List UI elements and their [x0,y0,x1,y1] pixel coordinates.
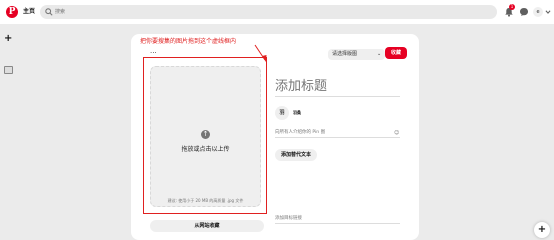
add-alt-text-button[interactable]: 添加替代文本 [275,149,317,161]
top-bar: P 主页 1 e [0,0,554,24]
plus-icon[interactable]: + [534,222,550,238]
user-avatar: 羽 [275,106,289,120]
create-plus-icon[interactable]: + [4,34,12,44]
upload-recommendation: 建议: 使用小于 20 MB 的高质量 .jpg 文件 [167,198,244,203]
chevron-down-icon: ⌄ [377,51,382,57]
emoji-icon[interactable]: ☺ [394,130,399,136]
search-bar[interactable] [40,5,497,19]
draft-icon[interactable] [4,66,13,74]
chevron-down-icon[interactable] [545,9,551,15]
search-input[interactable] [55,5,255,19]
notification-badge: 1 [509,4,515,10]
save-from-site-button[interactable]: 从网站收藏 [150,220,264,232]
user-name: 羽桑 [293,110,301,115]
save-button[interactable]: 收藏 [385,47,407,59]
title-input[interactable]: 添加标题 [275,77,400,97]
search-icon [45,8,53,16]
upload-instruction: 拖放或点击以上传 [181,146,230,153]
annotation-label: 把你要搜集的图片拖到这个虚线框内 [140,38,237,45]
description-input[interactable]: 向所有人介绍你的 Pin 图 [275,130,400,138]
chat-icon[interactable] [519,7,529,17]
link-input[interactable]: 添加目标链接 [275,216,400,224]
avatar[interactable]: e [533,7,543,17]
upload-icon: ↑ [201,130,210,139]
home-tab[interactable]: 主页 [23,6,35,18]
more-options-button[interactable]: ... [150,48,157,55]
pinterest-logo-icon[interactable]: P [6,6,18,18]
